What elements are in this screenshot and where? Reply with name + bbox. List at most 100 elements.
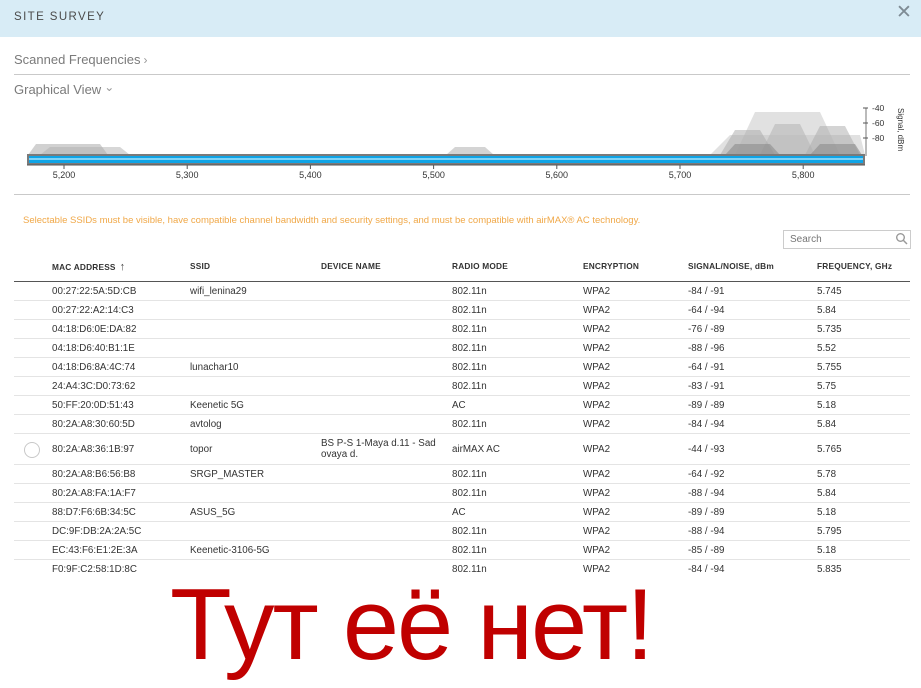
cell-signal-noise: -89 / -89 — [688, 506, 725, 518]
cell-encryption: WPA2 — [583, 399, 611, 411]
divider — [14, 74, 910, 75]
cell-signal-noise: -84 / -94 — [688, 418, 725, 430]
cell-mac-address: 00:27:22:A2:14:C3 — [52, 304, 134, 316]
graphical-view-label: Graphical View — [14, 82, 102, 97]
frequency-chart: 5,200 5,300 5,400 5,500 5,600 5,700 5,800 -40 -… — [27, 103, 905, 180]
x-tick-label: 5,400 — [299, 170, 322, 180]
search-icon[interactable] — [895, 232, 909, 246]
mac-header-label: MAC ADDRESS — [52, 262, 116, 272]
graphical-view-toggle[interactable]: Graphical View ⌄ — [14, 80, 115, 97]
table-row: 80:2A:A8:B6:56:B8 SRGP_MASTER 802.11n WPA2 -… — [14, 465, 910, 484]
column-header-encryption[interactable]: ENCRYPTION — [583, 261, 639, 271]
sort-ascending-icon: ↑ — [119, 261, 126, 273]
table-row: 04:18:D6:8A:4C:74 lunachar10 802.11n WPA2 -6… — [14, 358, 910, 377]
column-header-ssid[interactable]: SSID — [190, 261, 210, 271]
cell-encryption: WPA2 — [583, 468, 611, 480]
cell-signal-noise: -88 / -94 — [688, 487, 725, 499]
cell-radio-mode: 802.11n — [452, 285, 487, 297]
scanned-frequencies-toggle[interactable]: Scanned Frequencies › — [14, 52, 147, 67]
cell-frequency: 5.755 — [817, 361, 842, 373]
chevron-right-icon: › — [143, 53, 148, 67]
close-icon[interactable]: ✕ — [893, 2, 915, 24]
cell-mac-address: 80:2A:A8:FA:1A:F7 — [52, 487, 136, 499]
x-tick-label: 5,600 — [546, 170, 569, 180]
cell-ssid: Keenetic-3106-5G — [190, 544, 270, 556]
cell-frequency: 5.745 — [817, 285, 842, 297]
column-header-device-name[interactable]: DEVICE NAME — [321, 261, 381, 271]
cell-radio-mode: 802.11n — [452, 361, 487, 373]
cell-frequency: 5.795 — [817, 525, 842, 537]
cell-frequency: 5.835 — [817, 563, 842, 575]
table-row: 50:FF:20:0D:51:43 Keenetic 5G AC WPA2 -89 / … — [14, 396, 910, 415]
cell-ssid: avtolog — [190, 418, 222, 430]
cell-mac-address: 80:2A:A8:36:1B:97 — [52, 443, 135, 455]
cell-encryption: WPA2 — [583, 380, 611, 392]
column-header-mac[interactable]: MAC ADDRESS ↑ — [52, 261, 125, 273]
cell-ssid: SRGP_MASTER — [190, 468, 265, 480]
cell-frequency: 5.18 — [817, 544, 837, 556]
cell-encryption: WPA2 — [583, 443, 611, 455]
table-row: 88:D7:F6:6B:34:5C ASUS_5G AC WPA2 -89 / -89 5… — [14, 503, 910, 522]
cell-signal-noise: -76 / -89 — [688, 323, 725, 335]
table-row: 00:27:22:A2:14:C3 802.11n WPA2 -64 / -94 5.8… — [14, 301, 910, 320]
cell-signal-noise: -85 / -89 — [688, 544, 725, 556]
x-tick-label: 5,500 — [422, 170, 445, 180]
cell-frequency: 5.84 — [817, 304, 837, 316]
cell-radio-mode: 802.11n — [452, 544, 487, 556]
select-radio[interactable] — [24, 441, 40, 458]
cell-encryption: WPA2 — [583, 361, 611, 373]
cell-frequency: 5.78 — [817, 468, 837, 480]
cell-ssid: Keenetic 5G — [190, 399, 244, 411]
cell-radio-mode: AC — [452, 506, 466, 518]
column-header-radio-mode[interactable]: RADIO MODE — [452, 261, 508, 271]
cell-encryption: WPA2 — [583, 285, 611, 297]
cell-radio-mode: 802.11n — [452, 342, 487, 354]
x-tick-label: 5,200 — [53, 170, 76, 180]
cell-encryption: WPA2 — [583, 418, 611, 430]
cell-frequency: 5.75 — [817, 380, 837, 392]
cell-encryption: WPA2 — [583, 342, 611, 354]
cell-device-name: BS P-S 1-Maya d.11 - Sad ovaya d. — [321, 438, 436, 460]
cell-frequency: 5.84 — [817, 487, 837, 499]
column-header-frequency[interactable]: FREQUENCY, GHz — [817, 261, 892, 271]
y-axis-label: Signal, dBm — [896, 108, 905, 151]
cell-mac-address: F0:9F:C2:58:1D:8C — [52, 563, 137, 575]
y-tick-label: -40 — [872, 103, 885, 113]
compatibility-notice: Selectable SSIDs must be visible, have c… — [23, 215, 641, 226]
signal-peak — [446, 147, 494, 155]
cell-radio-mode: 802.11n — [452, 418, 487, 430]
cell-frequency: 5.735 — [817, 323, 842, 335]
signal-peaks — [28, 112, 865, 155]
cell-radio-mode: 802.11n — [452, 380, 487, 392]
cell-radio-mode: 802.11n — [452, 487, 487, 499]
column-header-signal-noise[interactable]: SIGNAL/NOISE, dBm — [688, 261, 774, 271]
cell-mac-address: 04:18:D6:8A:4C:74 — [52, 361, 136, 373]
cell-mac-address: 50:FF:20:0D:51:43 — [52, 399, 134, 411]
chevron-down-icon: ⌄ — [104, 80, 115, 94]
search-input[interactable] — [783, 230, 911, 249]
cell-signal-noise: -89 / -89 — [688, 399, 725, 411]
cell-signal-noise: -84 / -94 — [688, 563, 725, 575]
cell-ssid: lunachar10 — [190, 361, 239, 373]
cell-frequency: 5.18 — [817, 399, 837, 411]
cell-encryption: WPA2 — [583, 544, 611, 556]
cell-frequency: 5.84 — [817, 418, 837, 430]
scanned-frequencies-label: Scanned Frequencies — [14, 52, 141, 67]
cell-frequency: 5.765 — [817, 443, 842, 455]
cell-ssid: topor — [190, 443, 213, 455]
cell-frequency: 5.18 — [817, 506, 837, 518]
cell-ssid: ASUS_5G — [190, 506, 236, 518]
cell-ssid: wifi_lenina29 — [190, 285, 247, 297]
table-row: 80:2A:A8:30:60:5D avtolog 802.11n WPA2 -84 /… — [14, 415, 910, 434]
cell-mac-address: DC:9F:DB:2A:2A:5C — [52, 525, 142, 537]
cell-signal-noise: -88 / -96 — [688, 342, 725, 354]
divider — [14, 194, 910, 195]
table-row: 00:27:22:5A:5D:CB wifi_lenina29 802.11n WPA… — [14, 282, 910, 301]
cell-encryption: WPA2 — [583, 323, 611, 335]
table-row: 04:18:D6:0E:DA:82 802.11n WPA2 -76 / -89 5.7… — [14, 320, 910, 339]
cell-mac-address: 80:2A:A8:B6:56:B8 — [52, 468, 136, 480]
cell-mac-address: EC:43:F6:E1:2E:3A — [52, 544, 138, 556]
y-tick-label: -80 — [872, 133, 885, 143]
table-row[interactable]: 80:2A:A8:36:1B:97 topor BS P-S 1-Maya d.11… — [14, 434, 910, 465]
x-axis-ticks: 5,200 5,300 5,400 5,500 5,600 5,700 5,800 — [53, 165, 814, 180]
